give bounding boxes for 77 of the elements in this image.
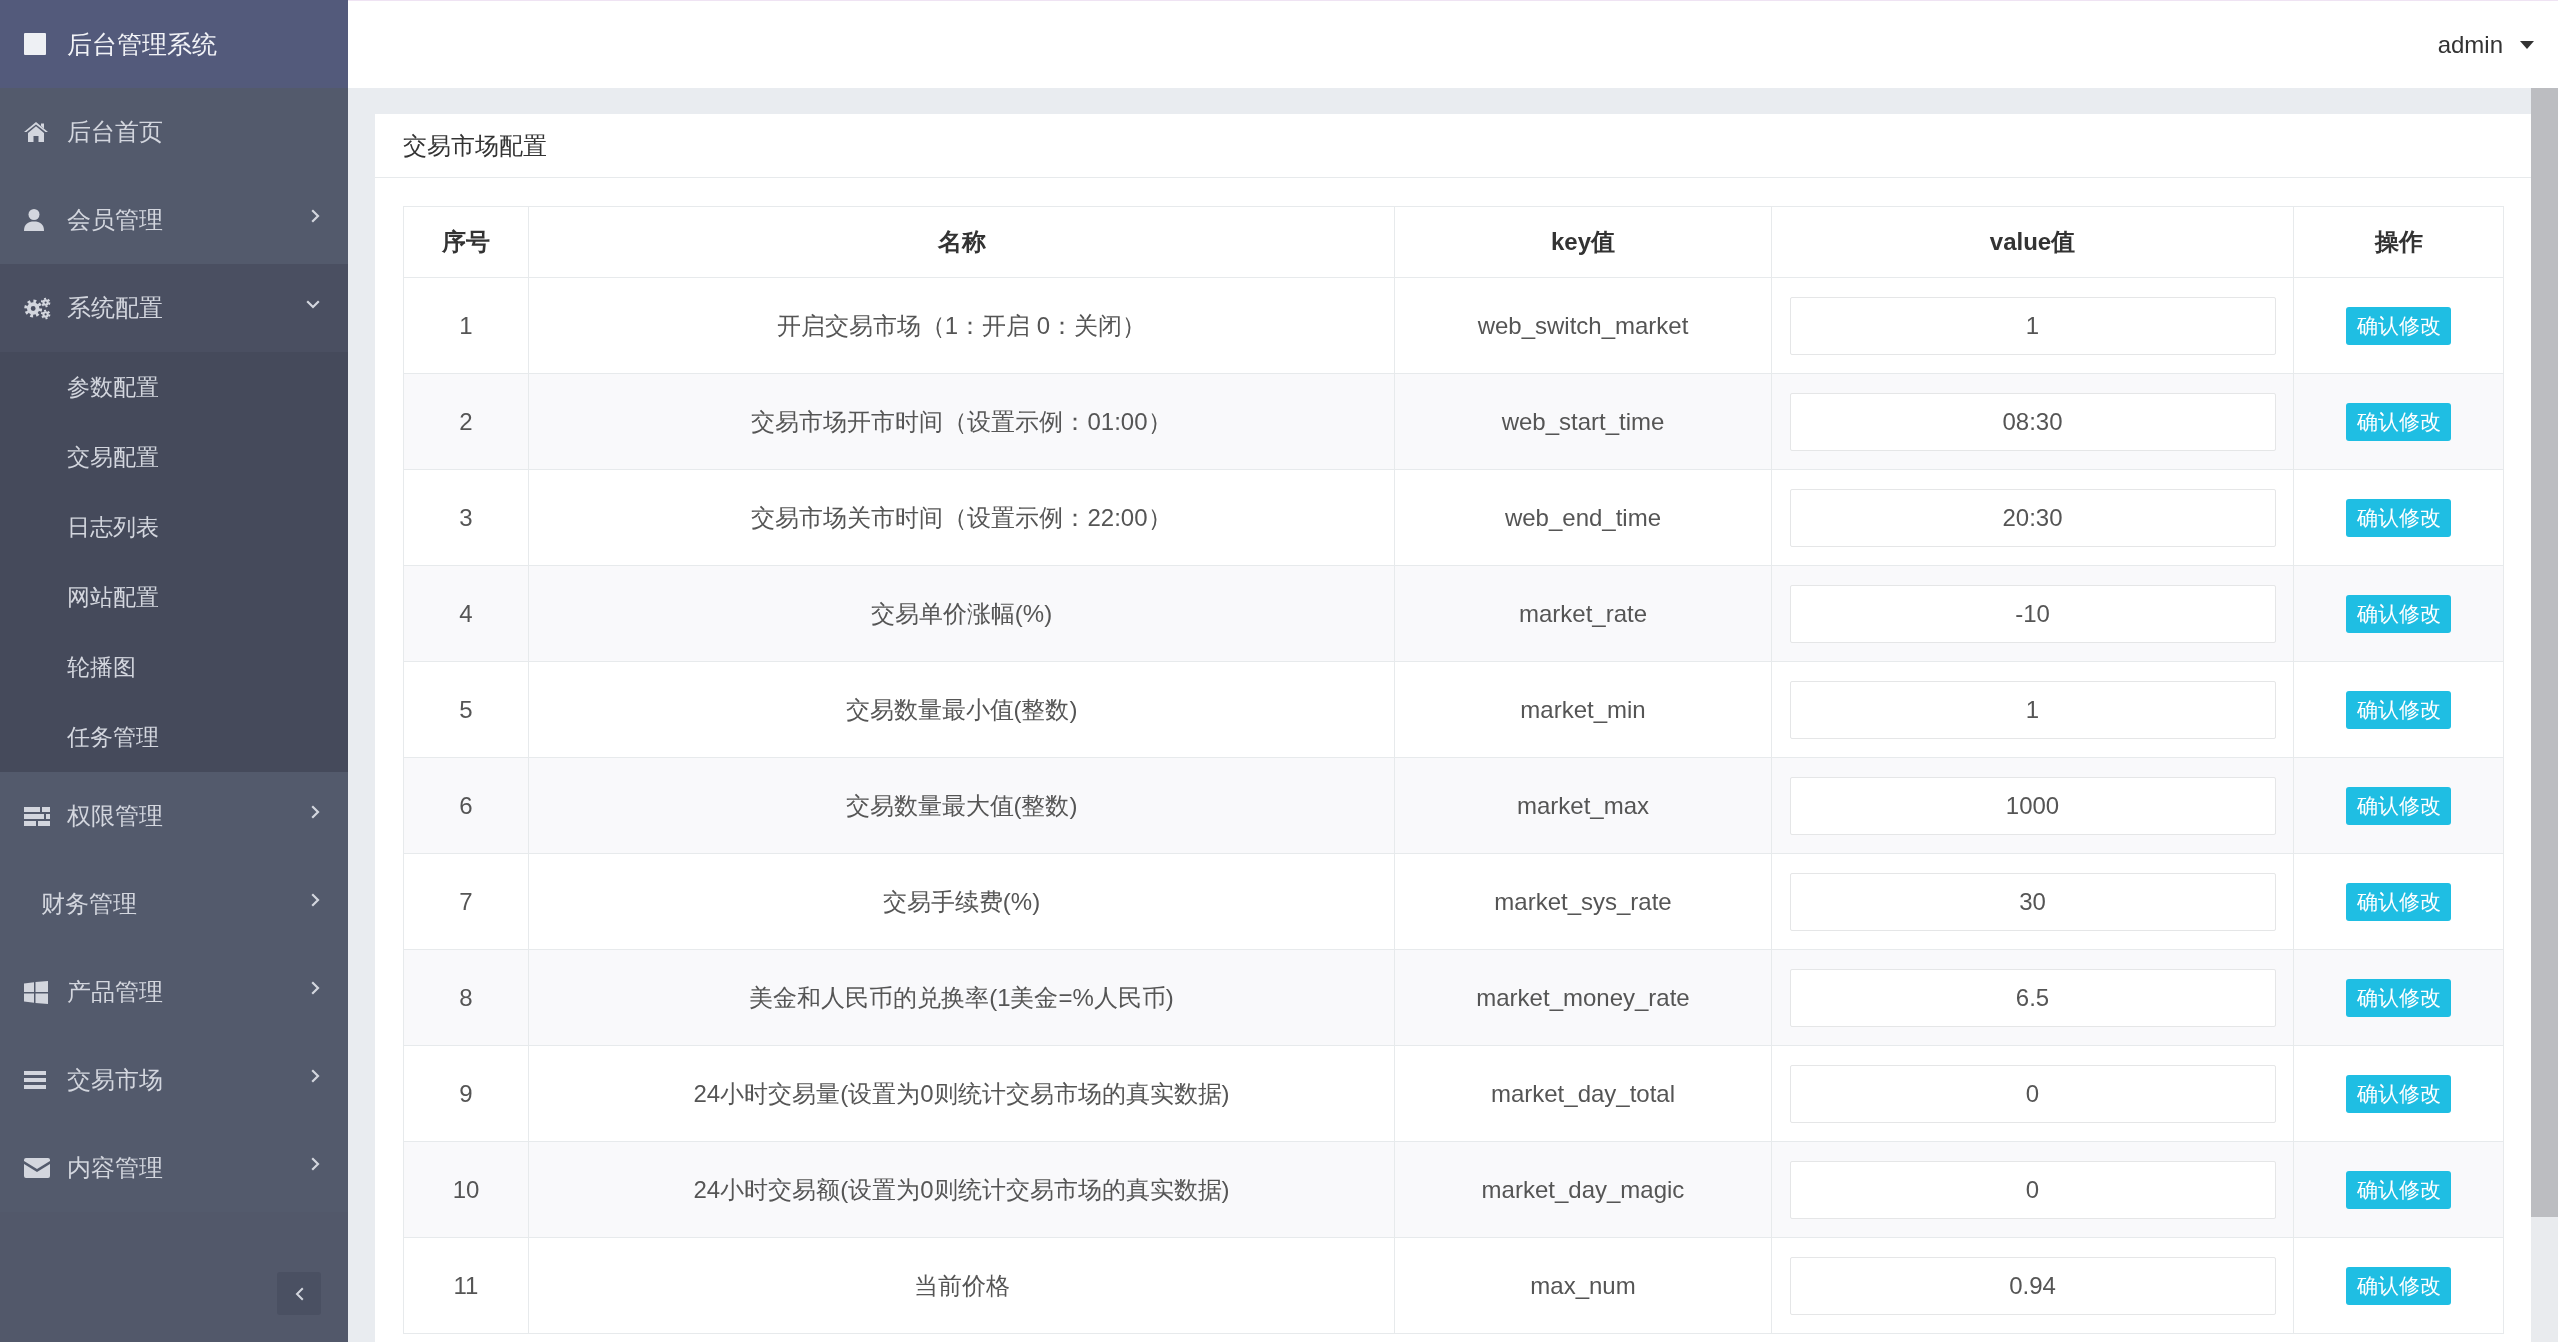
table-cell: 交易单价涨幅(%) bbox=[528, 565, 1395, 662]
table-cell: market_day_total bbox=[1394, 1045, 1772, 1142]
value-input[interactable]: 1 bbox=[1789, 296, 2276, 355]
table-cell: 8 bbox=[403, 949, 529, 1046]
value-input[interactable]: 08:30 bbox=[1789, 392, 2276, 451]
table-cell: 当前价格 bbox=[528, 1237, 1395, 1334]
chevron-right-icon bbox=[311, 981, 320, 995]
panel-title: 交易市场配置 bbox=[403, 130, 547, 161]
table-cell: 交易数量最小值(整数) bbox=[528, 661, 1395, 758]
table-cell: 交易手续费(%) bbox=[528, 853, 1395, 950]
table-cell: 3 bbox=[403, 469, 529, 566]
table-cell: 交易市场开市时间（设置示例：01:00） bbox=[528, 373, 1395, 470]
table-cell: 10 bbox=[403, 1141, 529, 1238]
home-icon bbox=[24, 122, 48, 142]
table-cell: max_num bbox=[1394, 1237, 1772, 1334]
value-input[interactable]: 0 bbox=[1789, 1160, 2276, 1219]
value-input[interactable]: 6.5 bbox=[1789, 968, 2276, 1027]
column-header: value值 bbox=[1771, 206, 2294, 278]
table-cell: 5 bbox=[403, 661, 529, 758]
chevron-right-icon bbox=[311, 893, 320, 907]
caret-down-icon bbox=[2520, 40, 2534, 49]
table-cell: 开启交易市场（1：开启 0：关闭） bbox=[528, 277, 1395, 374]
table-cell: 交易数量最大值(整数) bbox=[528, 757, 1395, 854]
table-cell: market_min bbox=[1394, 661, 1772, 758]
value-input[interactable]: 1000 bbox=[1789, 776, 2276, 835]
user-menu-button[interactable]: admin bbox=[2437, 26, 2534, 63]
chevron-down-icon bbox=[306, 299, 320, 309]
stacked-bars-icon bbox=[24, 806, 50, 826]
value-input[interactable]: 0 bbox=[1789, 1064, 2276, 1123]
four-panes-icon bbox=[24, 980, 48, 1004]
chevron-left-icon bbox=[294, 1286, 304, 1301]
table-cell: 24小时交易量(设置为0则统计交易市场的真实数据) bbox=[528, 1045, 1395, 1142]
brand-title: 后台管理系统 bbox=[67, 28, 217, 60]
submenu-item[interactable]: 网站配置 bbox=[0, 562, 348, 632]
value-input[interactable]: 0.94 bbox=[1789, 1256, 2276, 1315]
chevron-right-icon bbox=[311, 1157, 320, 1171]
table-cell: 1 bbox=[403, 277, 529, 374]
user-icon bbox=[24, 209, 44, 231]
chevron-right-icon bbox=[311, 1069, 320, 1083]
table-cell: 24小时交易额(设置为0则统计交易市场的真实数据) bbox=[528, 1141, 1395, 1238]
chevron-right-icon bbox=[311, 209, 320, 223]
column-header: 名称 bbox=[528, 206, 1395, 278]
value-input[interactable]: 20:30 bbox=[1789, 488, 2276, 547]
table-cell: web_start_time bbox=[1394, 373, 1772, 470]
table-cell: web_switch_market bbox=[1394, 277, 1772, 374]
table-cell: market_max bbox=[1394, 757, 1772, 854]
value-input[interactable]: 1 bbox=[1789, 680, 2276, 739]
value-input[interactable]: 30 bbox=[1789, 872, 2276, 931]
square-icon bbox=[24, 33, 46, 55]
menu-item[interactable]: 系统配置 bbox=[0, 264, 348, 352]
column-header: key值 bbox=[1394, 206, 1772, 278]
table-cell: 美金和人民币的兑换率(1美金=%人民币) bbox=[528, 949, 1395, 1046]
table-cell: 9 bbox=[403, 1045, 529, 1142]
gears-icon bbox=[24, 296, 51, 320]
table-cell: 2 bbox=[403, 373, 529, 470]
submenu-item[interactable]: 日志列表 bbox=[0, 492, 348, 562]
table-cell: market_money_rate bbox=[1394, 949, 1772, 1046]
submenu-item[interactable]: 任务管理 bbox=[0, 702, 348, 772]
submenu-item[interactable]: 轮播图 bbox=[0, 632, 348, 702]
collapse-button[interactable] bbox=[277, 1272, 321, 1315]
table-cell: market_rate bbox=[1394, 565, 1772, 662]
table-cell: 6 bbox=[403, 757, 529, 854]
chevron-right-icon bbox=[311, 805, 320, 819]
table-cell: 11 bbox=[403, 1237, 529, 1334]
column-header: 操作 bbox=[2293, 206, 2504, 278]
table-cell: 交易市场关市时间（设置示例：22:00） bbox=[528, 469, 1395, 566]
menu-icon bbox=[24, 1071, 46, 1089]
table-cell: web_end_time bbox=[1394, 469, 1772, 566]
submenu-item[interactable]: 交易配置 bbox=[0, 422, 348, 492]
table-cell: 7 bbox=[403, 853, 529, 950]
value-input[interactable]: -10 bbox=[1789, 584, 2276, 643]
table-cell: 4 bbox=[403, 565, 529, 662]
submenu-item[interactable]: 参数配置 bbox=[0, 352, 348, 422]
envelope-icon bbox=[24, 1158, 50, 1178]
table-cell: market_day_magic bbox=[1394, 1141, 1772, 1238]
column-header: 序号 bbox=[403, 206, 529, 278]
table-cell: market_sys_rate bbox=[1394, 853, 1772, 950]
